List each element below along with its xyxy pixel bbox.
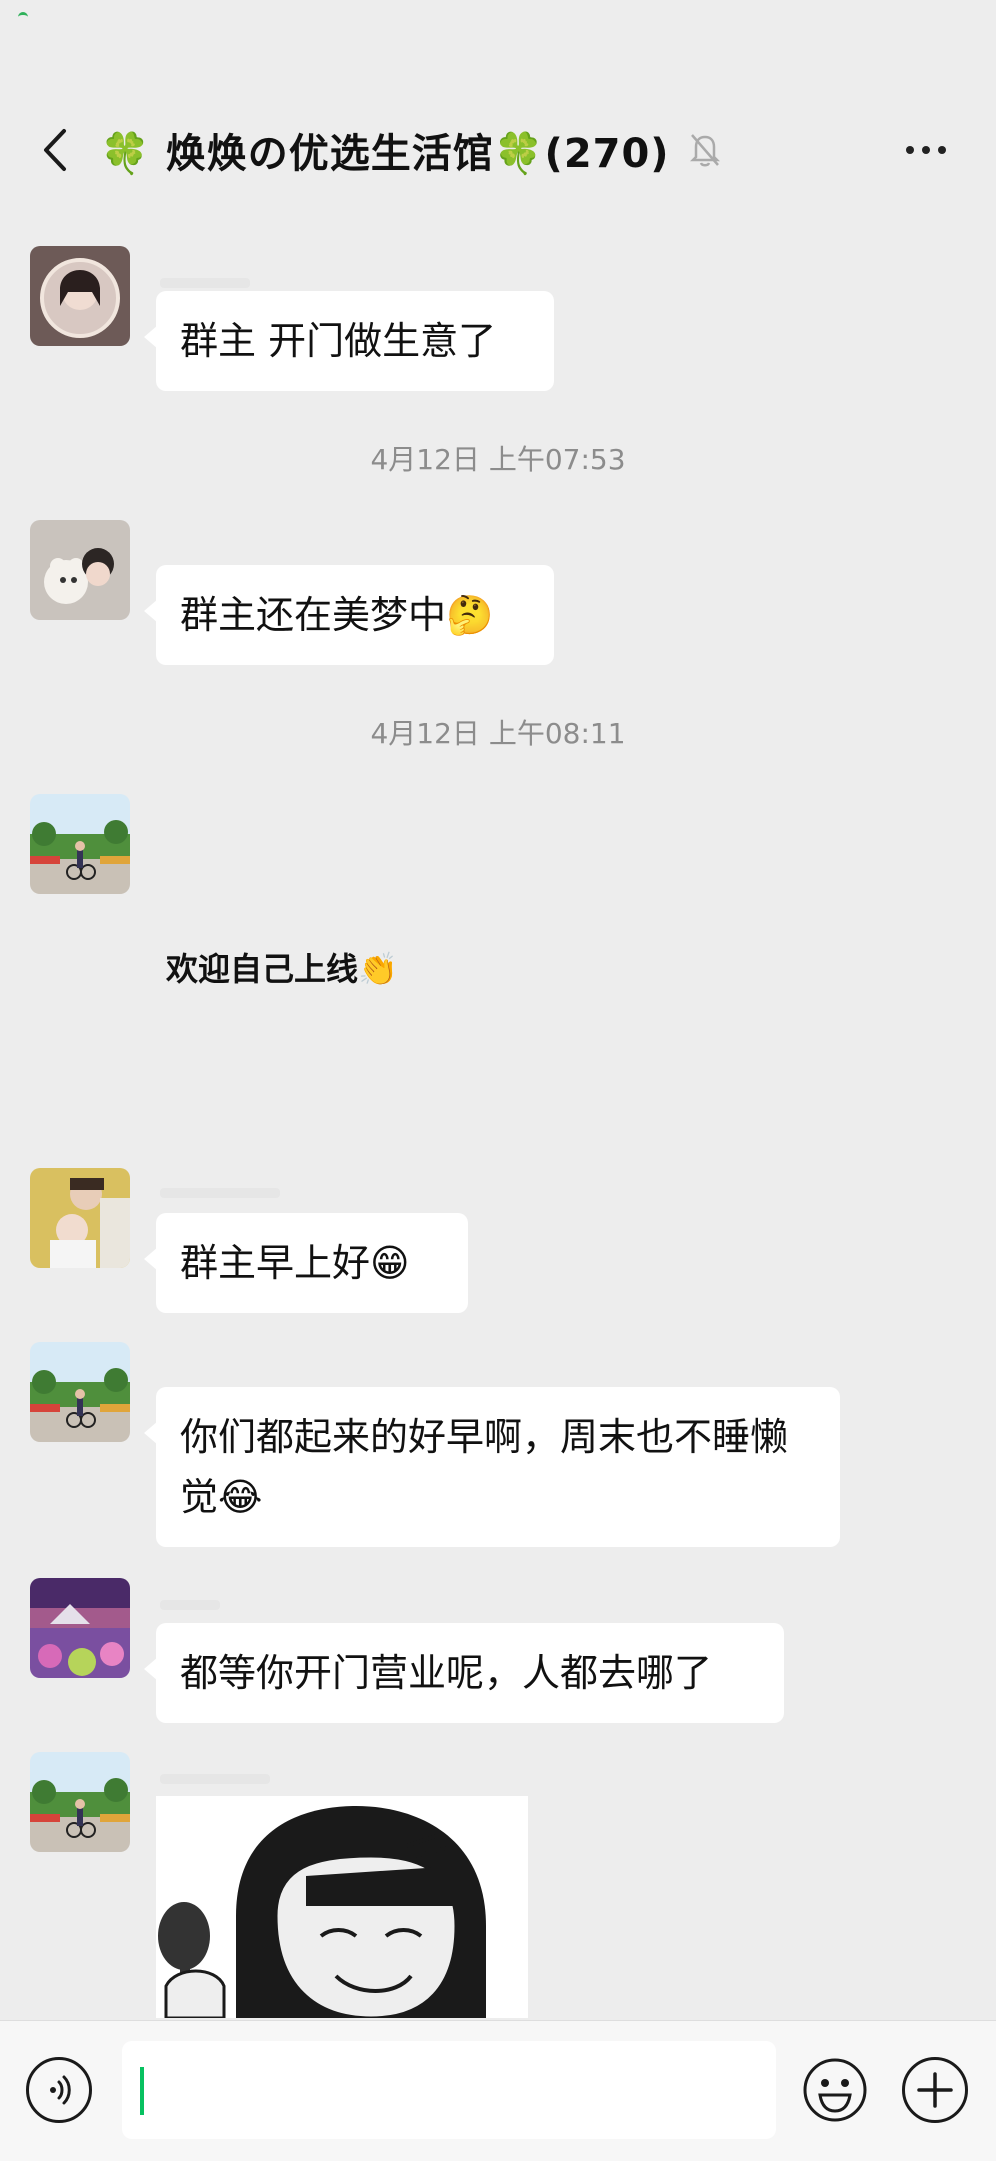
voice-icon <box>50 2075 71 2105</box>
more-dot <box>906 146 914 154</box>
back-button[interactable] <box>30 120 80 180</box>
timestamp: 4月12日 上午07:53 <box>370 443 626 476</box>
more-dot <box>938 146 946 154</box>
avatar[interactable] <box>30 794 130 894</box>
more-button[interactable] <box>896 120 956 180</box>
voice-button[interactable] <box>26 2057 92 2123</box>
text-caret <box>140 2067 144 2115</box>
message-bubble[interactable]: 你们都起来的好早啊，周末也不睡懒觉😂 <box>144 1387 840 1547</box>
avatar[interactable] <box>30 520 130 620</box>
message-text: 群主早上好😁 <box>180 1241 410 1285</box>
chat-title: 🍀 焕焕の优选生活馆🍀(270) <box>100 131 670 177</box>
status-indicator <box>18 12 28 21</box>
add-button[interactable] <box>902 2057 968 2123</box>
message-text: 群主还在美梦中🤔 <box>180 593 494 637</box>
message-text: 欢迎自己上线👏 <box>166 950 398 988</box>
avatar[interactable] <box>30 1752 130 1852</box>
timestamp: 4月12日 上午08:11 <box>370 717 626 750</box>
plus-icon <box>917 2072 953 2108</box>
message-bubble[interactable]: 群主早上好😁 <box>144 1213 468 1313</box>
message-bubble[interactable]: 群主 开门做生意了 <box>144 291 554 391</box>
avatar[interactable] <box>30 1578 130 1678</box>
message-text: 群主 开门做生意了 <box>180 319 497 363</box>
sender-name-blurred <box>160 278 250 288</box>
message-bubble[interactable]: 都等你开门营业呢，人都去哪了 <box>144 1623 784 1723</box>
avatar[interactable] <box>30 1168 130 1268</box>
more-dot <box>922 146 930 154</box>
sticker-image[interactable] <box>156 1796 528 2018</box>
chat-title-wrap: 🍀 焕焕の优选生活馆🍀(270) <box>100 110 722 190</box>
bell-slash-icon <box>688 131 722 169</box>
message-input[interactable] <box>122 2041 776 2139</box>
avatar[interactable] <box>30 246 130 346</box>
message-text: 你们都起来的好早啊，周末也不睡懒觉😂 <box>180 1415 789 1519</box>
sender-name-blurred <box>160 1188 280 1198</box>
sender-name-blurred <box>160 1774 270 1784</box>
chevron-left-icon <box>44 129 66 171</box>
smile-icon <box>803 2058 867 2122</box>
sender-name-blurred <box>160 1600 220 1610</box>
image-text-message[interactable]: 欢迎自己上线👏 <box>166 944 398 990</box>
message-text: 都等你开门营业呢，人都去哪了 <box>180 1651 713 1695</box>
chat-header: 🍀 焕焕の优选生活馆🍀(270) <box>0 90 996 210</box>
message-bubble[interactable]: 群主还在美梦中🤔 <box>144 565 554 665</box>
input-bar <box>0 2020 996 2161</box>
emoji-button[interactable] <box>802 2057 868 2123</box>
avatar[interactable] <box>30 1342 130 1442</box>
